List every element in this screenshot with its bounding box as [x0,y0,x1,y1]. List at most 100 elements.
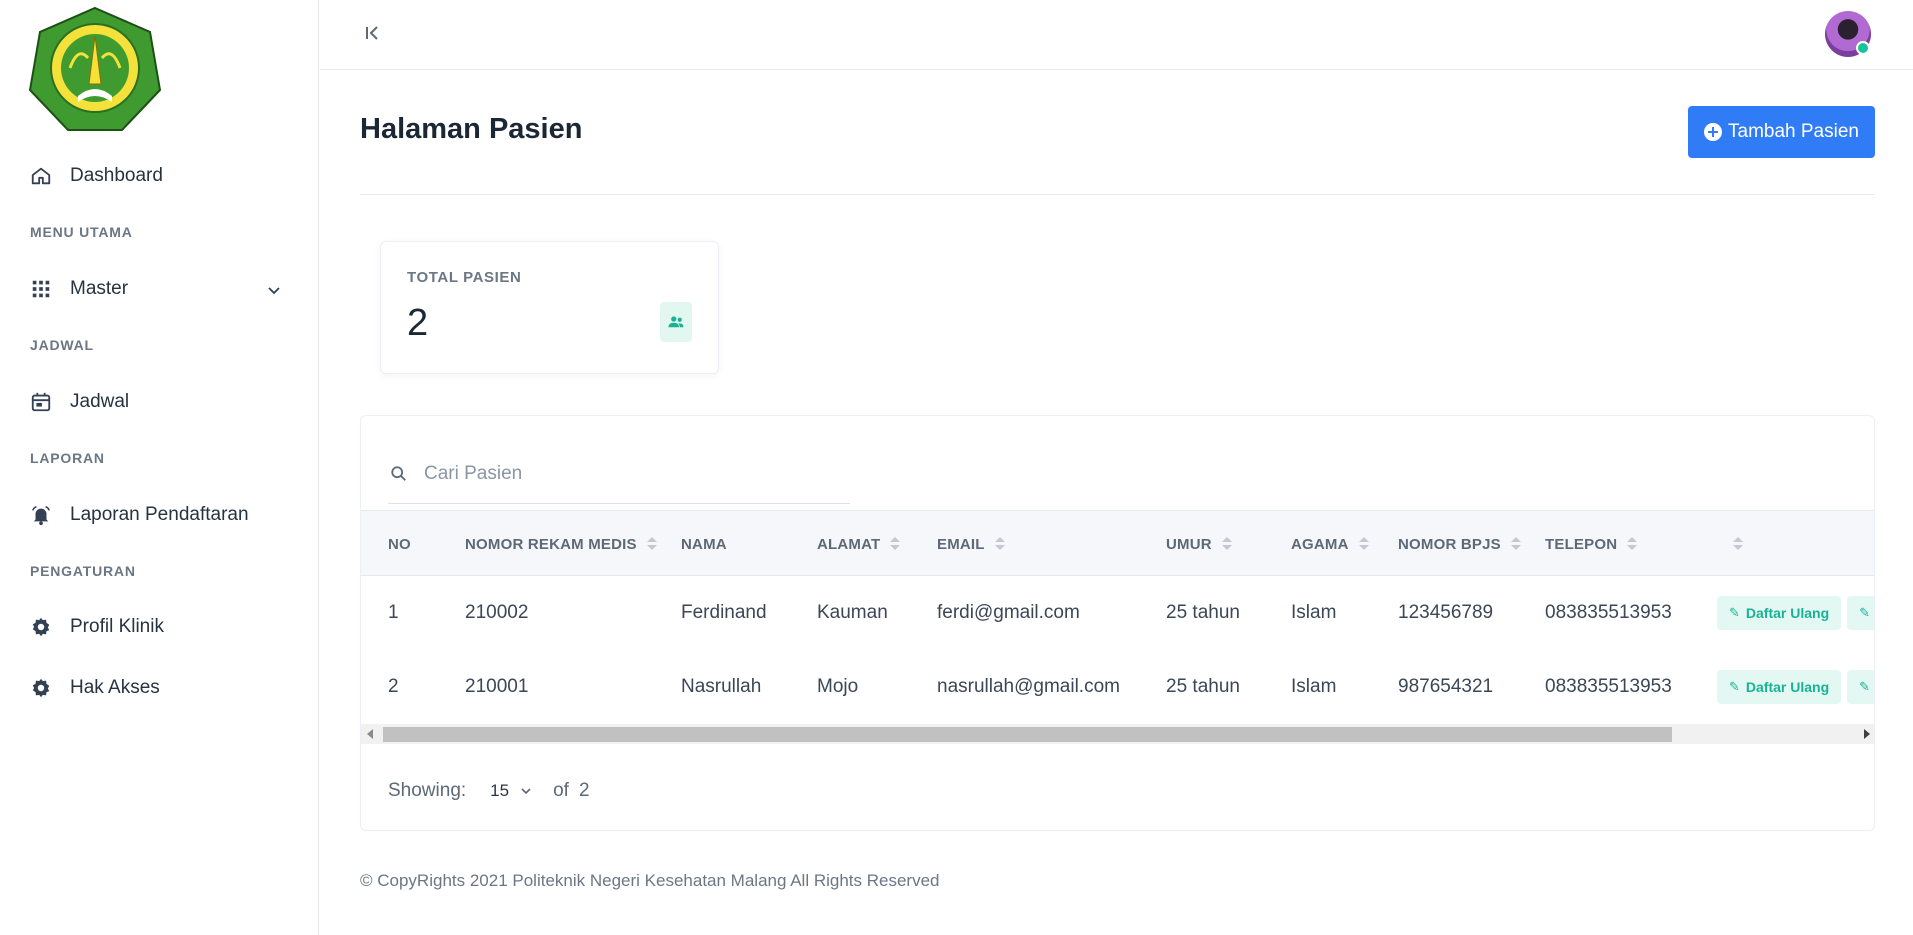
column-header-nama: NAMA [681,535,727,553]
section-label-laporan: LAPORAN [30,450,105,466]
divider [360,194,1875,195]
search-icon [391,465,406,481]
stat-label: TOTAL PASIEN [407,269,522,286]
topbar [320,0,1913,70]
scroll-right-arrow[interactable] [1864,729,1870,739]
users-icon [660,302,692,342]
clinic-logo [28,6,162,134]
collapse-sidebar-icon[interactable] [362,22,384,44]
daftar-ulang-button[interactable]: ✎ Daftar Ulang [1717,670,1842,704]
column-header-agama[interactable]: AGAMA [1291,511,1369,577]
cell-bpjs: 123456789 [1398,602,1494,623]
pencil-icon: ✎ [1729,605,1740,620]
sidebar-item-profil-klinik[interactable]: Profil Klinik [30,607,164,647]
sidebar: Dashboard MENU UTAMA Master JADWAL Jadwa… [0,0,319,935]
column-header-telepon[interactable]: TELEPON [1545,511,1638,577]
sidebar-item-label: Laporan Pendaftaran [70,504,249,525]
cell-umur: 25 tahun [1166,676,1240,697]
sort-icon[interactable] [1358,537,1369,551]
sort-icon[interactable] [1510,537,1521,551]
total-count: 2 [578,780,590,801]
column-header-nomor-bpjs[interactable]: NOMOR BPJS [1398,511,1521,577]
sort-icon[interactable] [646,537,657,551]
column-header-alamat[interactable]: ALAMAT [817,511,901,577]
cell-rm: 210001 [465,676,529,697]
home-icon [30,165,52,187]
page-title: Halaman Pasien [360,113,583,145]
stat-value: 2 [407,302,429,344]
sidebar-item-laporan-pendaftaran[interactable]: Laporan Pendaftaran [30,495,249,535]
sidebar-item-label: Hak Akses [70,677,160,698]
column-header-umur[interactable]: UMUR [1166,511,1232,577]
table-row: 2 210001 Nasrullah Mojo nasrullah@gmail.… [361,650,1874,724]
cell-bpjs: 987654321 [1398,676,1494,697]
cell-nama: Nasrullah [681,676,762,697]
sidebar-item-jadwal[interactable]: Jadwal [30,382,129,422]
chevron-down-icon [521,788,531,795]
sidebar-item-label: Profil Klinik [70,616,164,637]
cell-alamat: Mojo [817,676,859,697]
column-header-email[interactable]: EMAIL [937,511,1005,577]
column-header-nomor-rekam-medis[interactable]: NOMOR REKAM MEDIS [465,511,657,577]
sidebar-item-label: Jadwal [70,391,130,412]
cell-rm: 210002 [465,602,529,623]
scrollbar-thumb[interactable] [383,727,1672,742]
gear-icon [30,677,52,699]
sort-icon[interactable] [1627,537,1638,551]
cell-actions: ✎Daftar Ulang ✎E [1717,576,1874,650]
cell-agama: Islam [1291,676,1337,697]
pencil-icon: ✎ [1859,605,1871,620]
sidebar-item-hak-akses[interactable]: Hak Akses [30,668,160,708]
edit-button[interactable]: ✎E [1847,596,1874,630]
section-label-menu-utama: MENU UTAMA [30,224,133,240]
daftar-ulang-button[interactable]: ✎ Daftar Ulang [1717,596,1842,630]
section-label-jadwal: JADWAL [30,337,94,353]
cell-umur: 25 tahun [1166,602,1240,623]
cell-telepon: 083835513953 [1545,602,1672,623]
cell-telepon: 083835513953 [1545,676,1672,697]
table-row: 1 210002 Ferdinand Kauman ferdi@gmail.co… [361,576,1874,650]
showing-label: Showing: [388,780,467,801]
pencil-icon: ✎ [1859,679,1871,694]
pencil-icon: ✎ [1729,679,1740,694]
cell-email: ferdi@gmail.com [937,602,1080,623]
patients-table-card: NO NOMOR REKAM MEDIS NAMA ALAMAT EMAIL U… [360,415,1875,831]
edit-button[interactable]: ✎E [1847,670,1874,704]
cell-no: 2 [388,676,399,697]
pagination: Showing: 15 of 2 [388,776,590,806]
sidebar-item-label: Dashboard [70,165,163,186]
table-header: NO NOMOR REKAM MEDIS NAMA ALAMAT EMAIL U… [361,510,1874,577]
section-label-pengaturan: PENGATURAN [30,563,136,579]
plus-circle-icon [1704,123,1723,141]
sidebar-item-dashboard[interactable]: Dashboard [30,156,163,196]
gear-icon [30,616,52,638]
grid-icon [30,278,52,300]
calendar-icon [30,391,52,413]
sort-icon[interactable] [994,537,1005,551]
of-label: of [553,780,569,801]
cell-agama: Islam [1291,602,1337,623]
column-header-actions[interactable] [1723,511,1743,577]
add-patient-button-label: Tambah Pasien [1728,121,1859,142]
search-input[interactable] [424,462,824,485]
sort-icon[interactable] [1733,537,1743,551]
add-patient-button[interactable]: Tambah Pasien [1688,106,1875,158]
chevron-down-icon[interactable] [264,280,284,300]
sidebar-item-label: Master [70,278,129,299]
column-header-no: NO [388,535,411,553]
sort-icon[interactable] [890,537,901,551]
cell-alamat: Kauman [817,602,888,623]
cell-nama: Ferdinand [681,602,767,623]
search-bar [388,444,850,504]
scroll-left-arrow[interactable] [367,729,373,739]
footer-copyright: © CopyRights 2021 Politeknik Negeri Kese… [360,871,940,890]
horizontal-scrollbar[interactable] [361,724,1874,744]
cell-actions: ✎Daftar Ulang ✎E [1717,650,1874,724]
cell-no: 1 [388,602,399,623]
bell-icon [30,504,52,526]
sort-icon[interactable] [1221,537,1232,551]
online-status-indicator [1856,41,1870,55]
per-page-select[interactable]: 15 [490,781,533,801]
cell-email: nasrullah@gmail.com [937,676,1120,697]
sidebar-item-master[interactable]: Master [30,269,290,309]
